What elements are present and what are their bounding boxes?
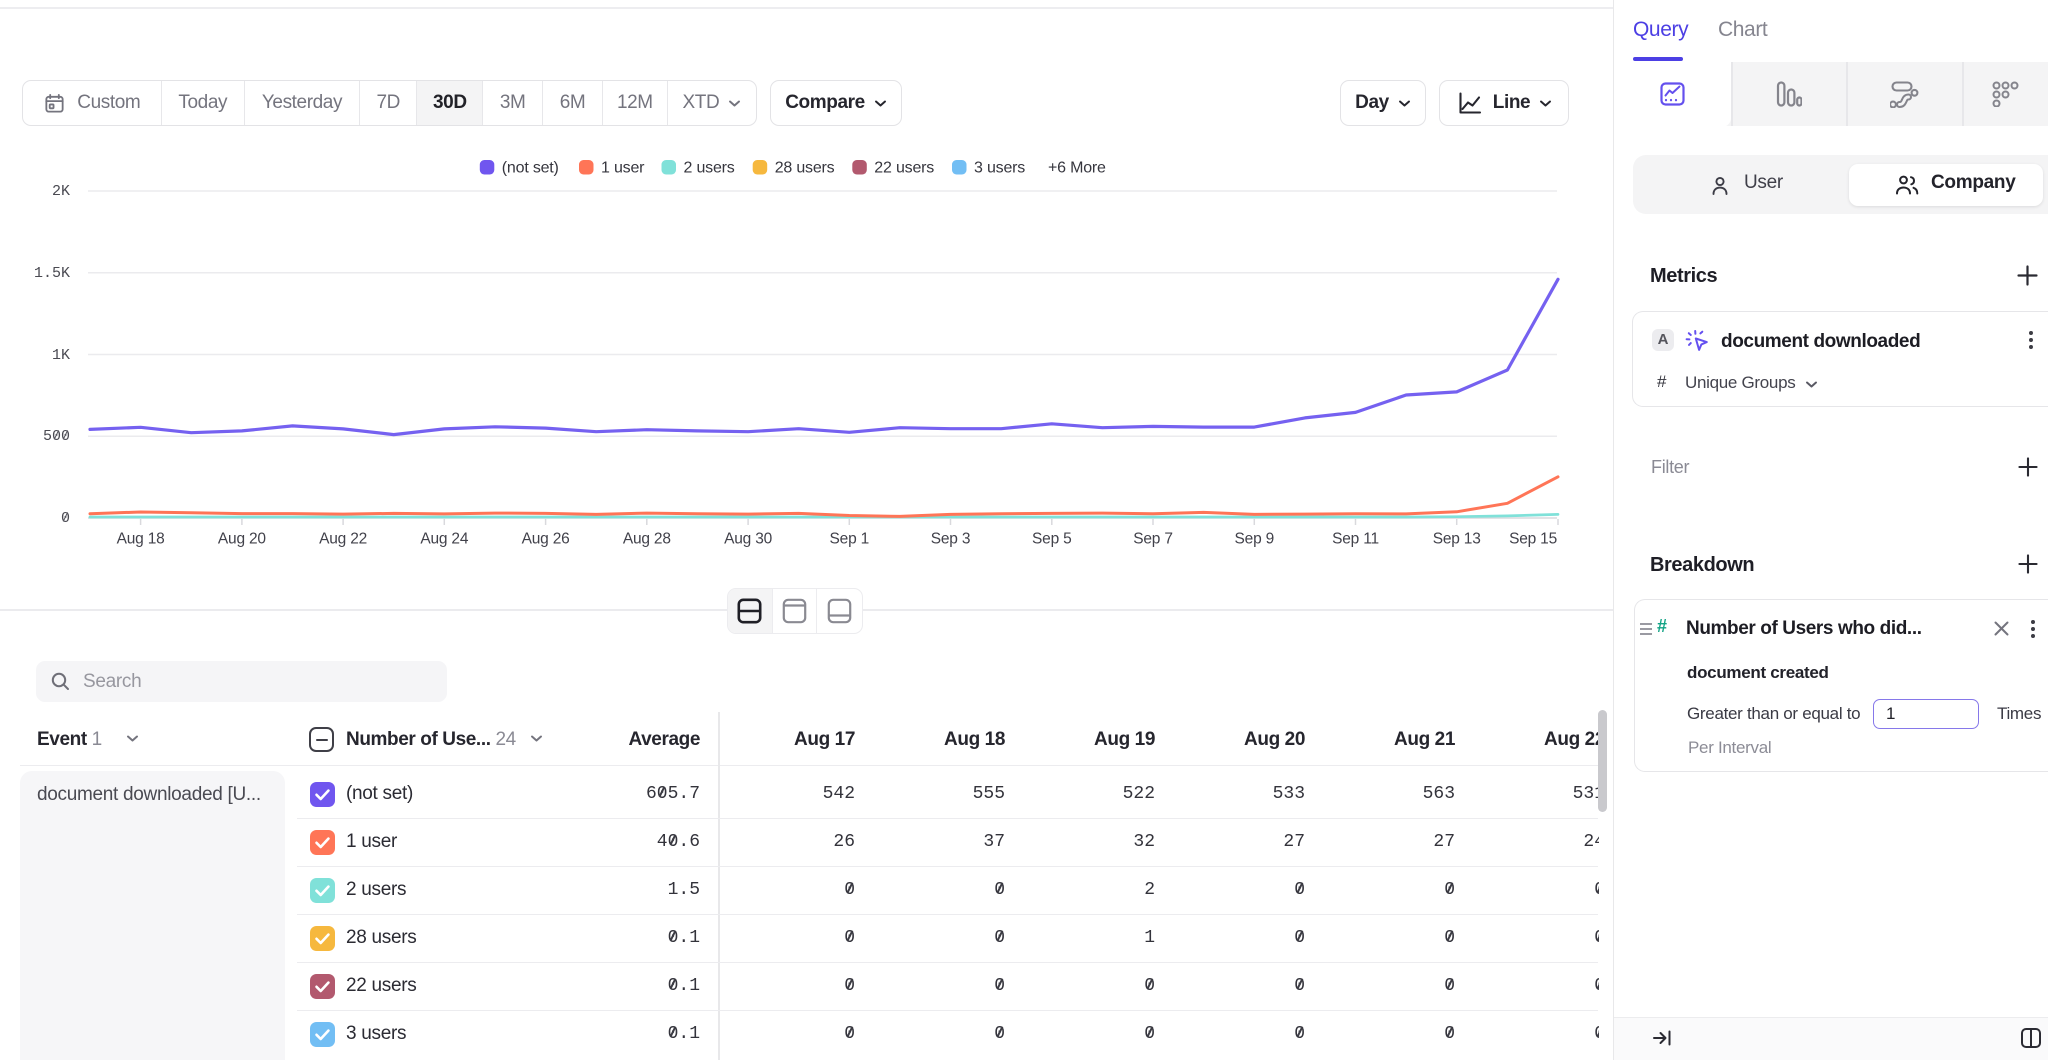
- svg-text:Sep 15: Sep 15: [1509, 531, 1557, 548]
- svg-text:Sep 9: Sep 9: [1235, 531, 1275, 548]
- svg-text:Sep 5: Sep 5: [1032, 531, 1072, 548]
- svg-text:Sep 3: Sep 3: [931, 531, 971, 548]
- svg-text:Aug 30: Aug 30: [724, 531, 773, 548]
- svg-text:28 users: 28 users: [775, 160, 835, 177]
- svg-text:(not set): (not set): [502, 160, 559, 177]
- svg-text:Aug 28: Aug 28: [623, 531, 671, 548]
- svg-text:Aug 18: Aug 18: [117, 531, 165, 548]
- svg-text:Sep 7: Sep 7: [1133, 531, 1173, 548]
- svg-text:Sep 11: Sep 11: [1332, 531, 1379, 548]
- svg-text:Sep 13: Sep 13: [1433, 531, 1481, 548]
- svg-text:2 users: 2 users: [684, 160, 735, 177]
- svg-text:Sep 1: Sep 1: [830, 531, 870, 548]
- svg-text:3 users: 3 users: [974, 160, 1025, 177]
- svg-text:Aug 24: Aug 24: [420, 531, 469, 548]
- svg-text:+6 More: +6 More: [1048, 160, 1106, 177]
- svg-text:Aug 20: Aug 20: [218, 531, 267, 548]
- svg-text:1 user: 1 user: [601, 160, 645, 177]
- svg-text:Aug 22: Aug 22: [319, 531, 367, 548]
- svg-text:Aug 26: Aug 26: [522, 531, 570, 548]
- svg-text:22 users: 22 users: [874, 160, 934, 177]
